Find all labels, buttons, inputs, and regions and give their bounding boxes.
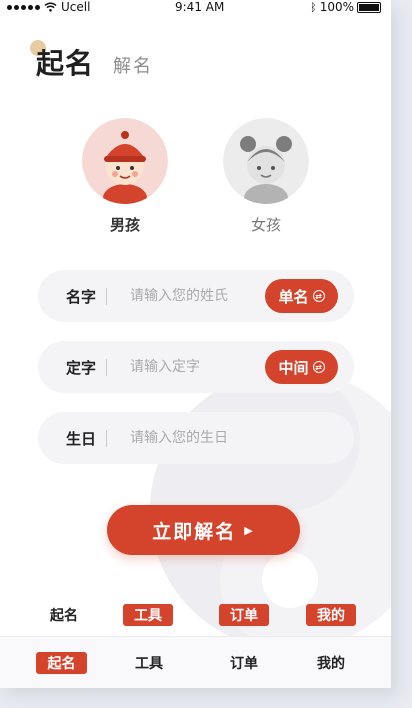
birthday-label: 生日 [66, 430, 97, 448]
bluetooth-icon: ᛒ [310, 0, 317, 14]
tab-tools[interactable]: 工具 [124, 652, 174, 674]
surname-input[interactable] [130, 285, 260, 307]
tab-orders[interactable]: 订单 [219, 652, 269, 674]
gender-option-boy[interactable]: 男孩 [75, 118, 175, 235]
surname-row: 名字 单名 ⇄ [38, 270, 354, 322]
variant-tab-qiming[interactable]: 起名 [40, 604, 88, 626]
girl-avatar [223, 118, 309, 204]
battery-icon [357, 1, 381, 13]
variant-tab-orders[interactable]: 订单 [219, 604, 269, 626]
page-title: 起名 [36, 47, 95, 80]
fixed-char-row: 定字 中间 ⇄ [38, 341, 354, 393]
gender-option-girl[interactable]: 女孩 [216, 118, 316, 235]
submit-button[interactable]: 立即解名 ▶ [107, 505, 300, 555]
surname-label: 名字 [66, 288, 97, 306]
tab-qiming[interactable]: 起名 [36, 652, 87, 674]
single-name-toggle[interactable]: 单名 ⇄ [265, 279, 338, 313]
position-label: 中间 [278, 358, 309, 377]
swap-icon: ⇄ [312, 290, 325, 302]
swap-icon: ⇄ [312, 361, 325, 373]
variant-tab-mine[interactable]: 我的 [306, 604, 356, 626]
status-time: 9:41 AM [175, 0, 225, 14]
carrier-name: Ucell [61, 0, 91, 14]
submit-label: 立即解名 [152, 520, 237, 543]
gender-label-boy: 男孩 [109, 216, 140, 234]
birthday-input[interactable] [130, 427, 330, 449]
wifi-icon [44, 2, 57, 12]
bottom-tab-bar: 起名 工具 订单 我的 [0, 636, 391, 688]
fixed-char-label: 定字 [66, 359, 97, 377]
divider [106, 359, 107, 376]
tab-mine[interactable]: 我的 [306, 652, 356, 674]
phone-screen: Ucell 9:41 AM ᛒ 100% 起名 解名 男孩 女孩 名字 请输入您… [0, 0, 391, 688]
divider [106, 430, 107, 447]
gender-label-girl: 女孩 [250, 216, 281, 234]
tab-jieming[interactable]: 解名 [113, 52, 153, 78]
signal-icon [7, 4, 40, 10]
battery-percent: 100% [319, 0, 354, 14]
position-toggle[interactable]: 中间 ⇄ [265, 350, 338, 384]
variant-tab-tools[interactable]: 工具 [123, 604, 173, 626]
fixed-char-input[interactable] [130, 356, 260, 378]
play-arrow-icon: ▶ [244, 523, 255, 537]
single-name-label: 单名 [278, 287, 309, 306]
birthday-row: 生日 [38, 412, 354, 464]
boy-avatar [82, 118, 168, 204]
divider [106, 288, 107, 305]
status-bar: Ucell 9:41 AM ᛒ 100% [0, 0, 391, 16]
